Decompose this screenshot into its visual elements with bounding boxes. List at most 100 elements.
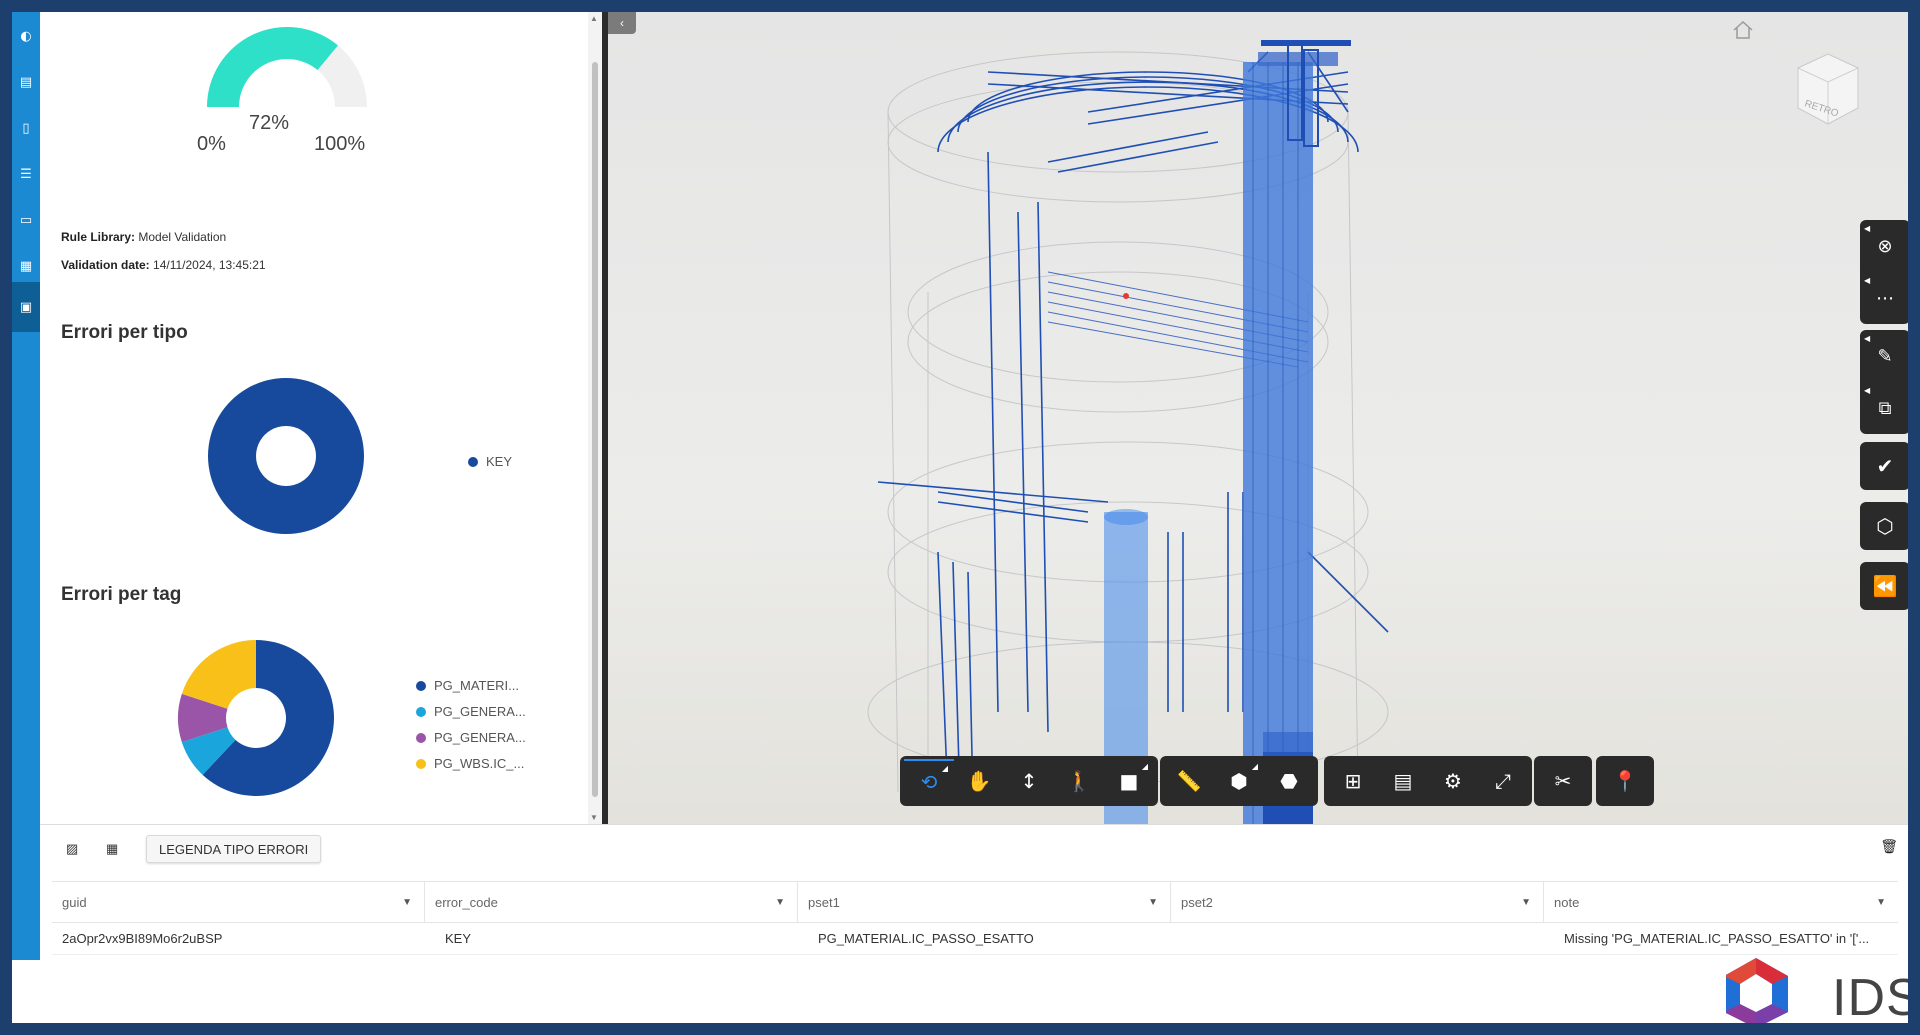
check-icon[interactable]: ✔ [1860,442,1908,490]
table-row[interactable]: 2aOpr2vx9BI89Mo6r2uBSP KEY PG_MATERIAL.I… [52,923,1898,955]
errors-by-type-legend-item[interactable]: KEY [468,454,512,469]
completion-gauge [207,27,367,108]
zoom-icon[interactable]: ↕ [1004,759,1054,803]
ids-logo-text: IDS [1832,969,1908,1023]
validation-date-label: Validation date: [61,258,150,272]
markup-tools-group: ◀ ✎ ◀ ⧉ [1860,330,1908,434]
rule-library-label: Rule Library: [61,230,136,244]
panel-scrollbar[interactable]: ▲ ▼ [588,12,602,824]
validation-date-value: 14/11/2024, 13:45:21 [153,258,266,272]
filter-icon[interactable]: ▼ [775,897,785,908]
section-tools-group: ◀ ⊗ ◀ ⋯ [1860,220,1908,324]
table-icon[interactable]: ▤ [12,62,40,102]
grid-icon[interactable]: ▦ [106,841,118,857]
document-icon[interactable]: ▯ [12,108,40,148]
legend-dot [416,732,426,743]
errors-by-tag-legend-item[interactable]: PG_GENERA... [416,704,526,719]
markup-icon[interactable]: ◀ ✎ [1860,330,1908,382]
column-header-pset2[interactable]: pset2 ▼ [1171,882,1544,922]
report-icon[interactable]: ▣ [12,282,40,332]
model-icon[interactable]: ⬡ [1860,502,1908,550]
section-icon[interactable]: ◀ ⊗ [1860,220,1908,272]
orbit-icon[interactable]: ⟲ ◢ [904,759,954,803]
errors-by-tag-legend-item[interactable]: PG_MATERI... [416,678,519,693]
pin-icon[interactable]: 📍 [1600,759,1650,803]
legend-dot [416,706,426,717]
list-icon[interactable]: ☰ [12,154,40,194]
cell-pset1: PG_MATERIAL.IC_PASSO_ESATTO [818,931,1034,946]
camera-icon[interactable]: ■ ◢ [1104,759,1154,803]
scroll-thumb[interactable] [592,62,598,797]
sidebar-rail: ◐ ▤ ▯ ☰ ▭ ▦ ▣ [12,12,40,960]
errors-by-type-chart [207,378,364,534]
errors-by-type-title: Errori per tipo [61,322,188,343]
filter-icon[interactable]: ▼ [1148,897,1158,908]
column-header-error-code[interactable]: error_code ▼ [425,882,798,922]
explode-icon[interactable]: ⬢ ◢ [1214,759,1264,803]
tools-icon[interactable]: ✂ [1538,759,1588,803]
model-render [867,40,1389,824]
properties-icon[interactable]: ▤ [1378,759,1428,803]
report-panel: 72% 0% 100% Rule Library: Model Validati… [40,12,602,824]
rewind-icon[interactable]: ⏪ [1860,562,1908,610]
home-icon[interactable] [1732,20,1754,40]
more-icon[interactable]: ◀ ⋯ [1860,272,1908,324]
comment-icon[interactable]: ▭ [12,200,40,240]
collapse-panel-button[interactable]: ‹ [608,12,636,34]
column-header-note[interactable]: note ▼ [1544,882,1898,922]
table-header: guid ▼ error_code ▼ pset1 ▼ pset2 ▼ note ▼ [52,881,1898,923]
errors-by-tag-legend-item[interactable]: PG_WBS.IC_... [416,756,524,771]
error-table: ▨ ▦ LEGENDA TIPO ERRORI 🗑 guid ▼ error_co… [40,824,1908,1023]
walk-icon[interactable]: 🚶 [1054,759,1104,803]
filter-icon[interactable]: ▼ [1521,897,1531,908]
viewcube[interactable]: RETRO [1792,50,1864,130]
cell-error-code: KEY [445,931,472,946]
legend-label: PG_GENERA... [434,704,526,719]
settings-icon[interactable]: ⚙ [1428,759,1478,803]
rule-library: Rule Library: Model Validation [61,230,226,244]
pan-icon[interactable]: ✋ [954,759,1004,803]
pin-toolbar: 📍 [1596,756,1654,806]
column-header-pset1[interactable]: pset1 ▼ [798,882,1171,922]
gauge-value-label: 72% [249,112,290,134]
grid-icon[interactable]: ▦ [12,246,40,286]
excel-icon[interactable]: ▨ [66,841,78,857]
settings-toolbar: ⊞ ▤ ⚙ ⤢ [1324,756,1532,806]
errors-by-tag-chart [178,640,335,796]
validation-date: Validation date: 14/11/2024, 13:45:21 [61,258,266,272]
legend-label: PG_WBS.IC_... [434,756,525,771]
legend-dot [416,758,426,769]
legend-label: KEY [486,454,513,469]
errors-by-type-slice-0[interactable] [207,378,364,534]
legend-label: PG_GENERA... [434,730,526,745]
overview-icon[interactable]: ◐ [12,16,40,56]
fullscreen-icon[interactable]: ⤢ [1478,759,1528,803]
scroll-down-icon[interactable]: ▼ [590,813,598,822]
measure-icon[interactable]: 📏 [1164,759,1214,803]
errors-by-tag-legend-item[interactable]: PG_GENERA... [416,730,526,745]
legend-dot [468,456,478,467]
modeling-toolbar: 📏 ⬢ ◢ ⬣ [1160,756,1318,806]
gauge-fill [207,27,338,108]
fit-icon[interactable]: ◀ ⧉ [1860,382,1908,434]
model-viewer[interactable]: ‹ RETRO ◀ ⊗ ◀ ⋯ ◀ ✎ ◀ ⧉ ✔ ⬡ ⏪ ⟲ ◢ ✋ ↕ 🚶 ■ ◢ [608,12,1908,824]
legend-button[interactable]: LEGENDA TIPO ERRORI [146,835,322,863]
errors-by-tag-title: Errori per tag [61,584,182,605]
rule-library-value: Model Validation [138,230,227,244]
filter-icon[interactable]: ▼ [402,897,412,908]
trash-icon[interactable]: 🗑 [1880,839,1898,855]
cube-icon[interactable]: ⬣ [1264,759,1314,803]
legend-label: PG_MATERI... [434,678,519,693]
cell-guid: 2aOpr2vx9BI89Mo6r2uBSP [62,931,223,946]
gauge-max-label: 100% [314,133,366,155]
filter-icon[interactable]: ▼ [1876,897,1886,908]
column-header-guid[interactable]: guid ▼ [52,882,425,922]
structure-icon[interactable]: ⊞ [1328,759,1378,803]
extras-toolbar: ✂ [1534,756,1592,806]
navigation-toolbar: ⟲ ◢ ✋ ↕ 🚶 ■ ◢ [900,756,1158,806]
scroll-up-icon[interactable]: ▲ [590,14,598,23]
gauge-min-label: 0% [197,133,226,155]
cell-pset2 [1171,923,1544,954]
app-frame: ◐ ▤ ▯ ☰ ▭ ▦ ▣ 72% 0% 100% Rule Library: … [12,12,1908,1023]
legend-dot [416,680,426,691]
